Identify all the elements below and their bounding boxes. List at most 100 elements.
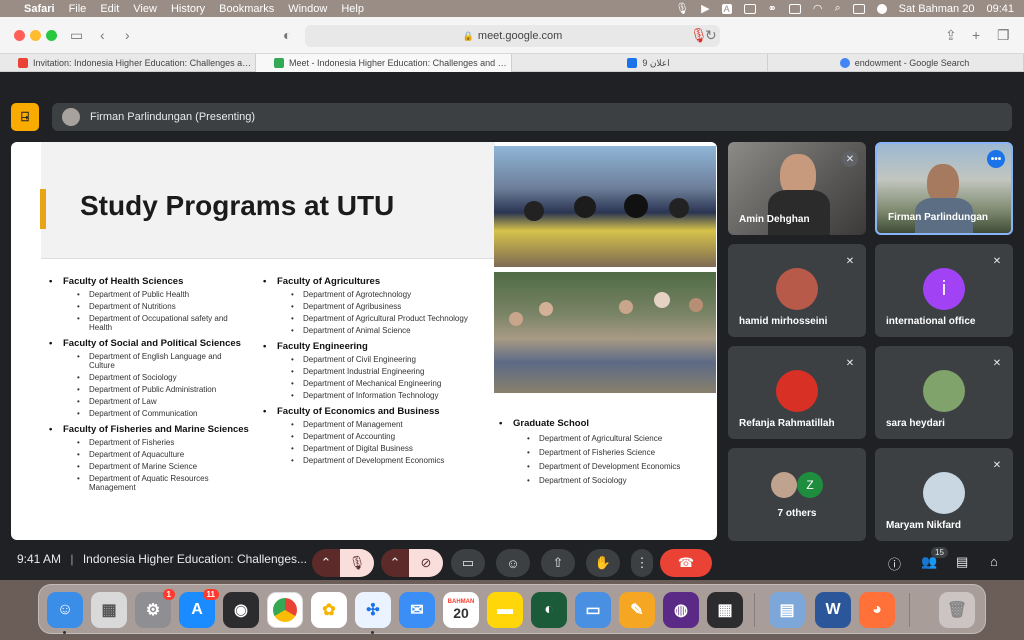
more-options-icon[interactable]: ••• bbox=[987, 150, 1005, 168]
tab-notifications[interactable]: 9 اعلان bbox=[512, 54, 768, 72]
tab-meet[interactable]: Meet - Indonesia Higher Education: Chall… bbox=[256, 54, 512, 72]
meeting-info-icon[interactable]: ⓘ bbox=[888, 554, 901, 573]
hang-up-icon: ☎ bbox=[677, 555, 695, 570]
launchpad-icon[interactable]: ▦ bbox=[91, 592, 127, 628]
running-indicator bbox=[63, 631, 66, 634]
activities-icon[interactable]: ⌂ bbox=[990, 554, 998, 569]
participant-tile-active-speaker[interactable]: ••• Firman Parlindungan bbox=[875, 142, 1013, 235]
participant-video-body bbox=[768, 190, 830, 235]
meet-control-bar: 9:41 AM | Indonesia Higher Education: Ch… bbox=[0, 543, 1024, 580]
google-icon bbox=[839, 58, 850, 68]
tab-invitation[interactable]: Invitation: Indonesia Higher Education: … bbox=[0, 54, 256, 72]
app-store-icon[interactable]: A 11 bbox=[179, 589, 219, 628]
participant-tile[interactable]: ✕ Maryam Nikfard bbox=[875, 448, 1013, 541]
department-item: Department of Accounting bbox=[263, 432, 478, 441]
input-source-icon[interactable]: A bbox=[721, 3, 732, 14]
photo-figure bbox=[574, 196, 596, 218]
participant-tile[interactable]: ✕ Refanja Rahmatillah bbox=[728, 346, 866, 439]
notes-icon[interactable]: ▬ bbox=[487, 592, 523, 628]
sidebar-icon[interactable]: ▭ bbox=[70, 27, 83, 44]
department-item: Department of Development Economics bbox=[263, 456, 478, 465]
leave-call-button[interactable]: ☎ bbox=[660, 549, 712, 577]
captions-button[interactable]: ▭ bbox=[451, 549, 485, 577]
menu-bookmarks[interactable]: Bookmarks bbox=[219, 3, 274, 15]
menu-window[interactable]: Window bbox=[288, 3, 327, 15]
firefox-icon[interactable]: ◕ bbox=[859, 592, 895, 628]
finder-icon[interactable]: ☺ bbox=[47, 592, 83, 628]
microphone-toggle-button[interactable]: 🎙 bbox=[340, 549, 374, 577]
menu-file[interactable]: File bbox=[69, 3, 87, 15]
department-item: Department of English Language and Cultu… bbox=[49, 352, 249, 370]
tab-google-search[interactable]: endowment - Google Search bbox=[768, 54, 1024, 72]
participant-avatar bbox=[776, 268, 818, 310]
reactions-button[interactable]: ☺ bbox=[496, 549, 530, 577]
raise-hand-button[interactable]: ✋ bbox=[586, 549, 620, 577]
browser-toolbar: ▭ ‹ › ◐ 🔒 meet.google.com 🎙 ↻ ⇪ + ❐ bbox=[0, 17, 1024, 54]
address-bar[interactable]: 🔒 meet.google.com bbox=[305, 25, 720, 47]
system-preferences-icon[interactable]: ⚙ 1 bbox=[135, 589, 175, 628]
word-icon[interactable]: W bbox=[815, 592, 851, 628]
menu-app-name[interactable]: Safari bbox=[24, 3, 55, 15]
participant-tile[interactable]: ✕ sara heydari bbox=[875, 346, 1013, 439]
slide-column-1: Faculty of Health Sciences Department of… bbox=[49, 270, 249, 492]
back-icon[interactable]: ‹ bbox=[100, 27, 105, 43]
audio-options-button[interactable]: ⌃ bbox=[312, 549, 340, 577]
dock: ☺ ▦ ⚙ 1 A 11 ◉ ✿ ✣ ✉ BAHMAN 20 ▬ ◐ ▭ ✎ ◍ ▦… bbox=[38, 584, 986, 634]
minimize-window-button[interactable] bbox=[30, 30, 41, 41]
participant-tile[interactable]: i ✕ international office bbox=[875, 244, 1013, 337]
menubar-date[interactable]: Sat Bahman 20 bbox=[899, 3, 975, 15]
menubar-time[interactable]: 09:41 bbox=[986, 3, 1014, 15]
trash-icon[interactable]: 🗑 bbox=[939, 592, 975, 628]
link-icon[interactable]: ⚭ bbox=[768, 2, 777, 15]
presenter-label: Firman Parlindungan (Presenting) bbox=[90, 111, 256, 123]
calendar-icon[interactable]: BAHMAN 20 bbox=[443, 592, 479, 628]
siri-icon[interactable]: ◍ bbox=[663, 592, 699, 628]
participant-tile[interactable]: ✕ hamid mirhosseini bbox=[728, 244, 866, 337]
participant-tile[interactable]: ✕ Amin Dehghan bbox=[728, 142, 866, 235]
keynote-icon[interactable]: ▭ bbox=[575, 592, 611, 628]
chat-icon[interactable]: ▤ bbox=[956, 554, 968, 570]
preview-icon[interactable]: ▤ bbox=[769, 592, 805, 628]
camera-toggle-button[interactable]: ⊘ bbox=[409, 549, 443, 577]
menu-edit[interactable]: Edit bbox=[100, 3, 119, 15]
meet-area: ⍈ Firman Parlindungan (Presenting) Study… bbox=[0, 73, 1024, 580]
menu-view[interactable]: View bbox=[133, 3, 157, 15]
mail-icon[interactable]: ✉ bbox=[399, 592, 435, 628]
forward-icon[interactable]: › bbox=[125, 27, 130, 43]
menu-history[interactable]: History bbox=[171, 3, 205, 15]
faculty-heading: Faculty of Social and Political Sciences bbox=[49, 338, 249, 349]
control-center-icon[interactable] bbox=[852, 3, 865, 14]
siri-icon[interactable] bbox=[876, 3, 887, 14]
reload-icon[interactable]: ↻ bbox=[705, 27, 717, 44]
hand-icon: ✋ bbox=[594, 555, 612, 570]
presenter-avatar bbox=[62, 108, 80, 126]
play-icon[interactable]: ▶ bbox=[701, 2, 709, 15]
share-icon[interactable]: ⇪ bbox=[945, 27, 957, 44]
meet-logo-icon[interactable]: ⍈ bbox=[11, 103, 39, 131]
search-icon[interactable]: ⌕ bbox=[834, 2, 840, 15]
battery-icon[interactable] bbox=[788, 3, 801, 14]
wifi-icon[interactable]: ◠ bbox=[813, 2, 823, 15]
participant-tile-others[interactable]: Z 7 others bbox=[728, 448, 866, 541]
department-item: Department Industrial Engineering bbox=[263, 367, 478, 376]
new-tab-icon[interactable]: + bbox=[972, 27, 980, 43]
app-icon[interactable]: ◐ bbox=[531, 592, 567, 628]
tab-overview-icon[interactable]: ❐ bbox=[997, 27, 1010, 44]
privacy-shield-icon[interactable]: ◐ bbox=[283, 27, 291, 43]
present-button[interactable]: ⇧ bbox=[541, 549, 575, 577]
photos-icon[interactable]: ✿ bbox=[311, 592, 347, 628]
video-options-button[interactable]: ⌃ bbox=[381, 549, 409, 577]
chevron-up-icon: ⌃ bbox=[389, 555, 401, 570]
screen-mirroring-icon[interactable] bbox=[743, 3, 756, 14]
safari-icon[interactable]: ✣ bbox=[355, 592, 391, 628]
participant-initial-avatar: i bbox=[923, 268, 965, 310]
calculator-icon[interactable]: ▦ bbox=[707, 592, 743, 628]
zoom-window-button[interactable] bbox=[46, 30, 57, 41]
pages-icon[interactable]: ✎ bbox=[619, 592, 655, 628]
chrome-icon[interactable] bbox=[267, 592, 303, 628]
more-options-button[interactable]: ⋮ bbox=[631, 549, 653, 577]
menu-help[interactable]: Help bbox=[341, 3, 364, 15]
microphone-status-icon[interactable]: 🎙 bbox=[675, 2, 689, 15]
screenshot-icon[interactable]: ◉ bbox=[223, 592, 259, 628]
close-window-button[interactable] bbox=[14, 30, 25, 41]
